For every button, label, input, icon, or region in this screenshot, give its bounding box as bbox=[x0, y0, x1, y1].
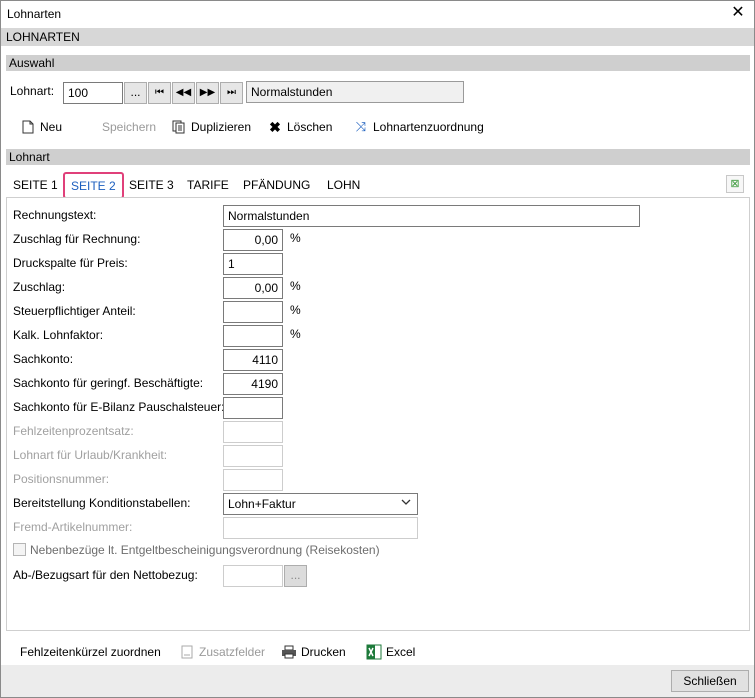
section-auswahl-title: Auswahl bbox=[9, 56, 55, 70]
delete-x-icon: ✖ bbox=[269, 118, 281, 135]
tab-pfaendung[interactable]: PFÄNDUNG bbox=[243, 178, 310, 192]
new-label: Neu bbox=[40, 120, 63, 134]
fehlzeiten-zuordnen-label: Fehlzeitenkürzel zuordnen bbox=[20, 645, 161, 659]
new-document-icon bbox=[20, 119, 36, 135]
duplicate-button[interactable]: Duplizieren bbox=[171, 118, 251, 136]
lohnart-label: Lohnart: bbox=[10, 84, 55, 98]
lohnart-name-display: Normalstunden bbox=[246, 81, 464, 103]
fremd-label: Fremd-Artikelnummer: bbox=[13, 520, 133, 534]
section-lohnart-title: Lohnart bbox=[9, 150, 50, 164]
lohnartenzuordnung-label: Lohnartenzuordnung bbox=[373, 120, 484, 134]
zusatzfelder-button: Zusatzfelder bbox=[179, 643, 265, 661]
tab-seite-1[interactable]: SEITE 1 bbox=[13, 178, 58, 192]
shuffle-icon: ⤨ bbox=[355, 119, 367, 134]
rewind-icon: ◀◀ bbox=[175, 87, 192, 98]
section-auswahl: Auswahl bbox=[6, 55, 750, 71]
first-record-button[interactable]: ⏮ bbox=[148, 82, 171, 104]
sachkonto-label: Sachkonto: bbox=[13, 352, 74, 366]
footer: Schließen bbox=[1, 665, 754, 697]
duplicate-label: Duplizieren bbox=[191, 120, 252, 134]
kalk-label: Kalk. Lohnfaktor: bbox=[13, 328, 104, 342]
lohnartenzuordnung-button[interactable]: ⤨ Lohnartenzuordnung bbox=[353, 118, 484, 136]
kalk-input[interactable] bbox=[223, 325, 283, 347]
delete-button[interactable]: ✖ Löschen bbox=[267, 118, 332, 136]
last-icon: ⏭ bbox=[227, 87, 236, 98]
sachkonto-ebilanz-input[interactable] bbox=[223, 397, 283, 419]
steuer-input[interactable] bbox=[223, 301, 283, 323]
zuschlag-rechnung-unit: % bbox=[290, 231, 301, 245]
first-icon: ⏮ bbox=[155, 87, 164, 98]
previous-record-button[interactable]: ◀◀ bbox=[172, 82, 195, 104]
bereitstellung-label: Bereitstellung Konditionstabellen: bbox=[13, 496, 191, 510]
close-button[interactable]: Schließen bbox=[671, 670, 749, 692]
fehlzeiten-label: Fehlzeitenprozentsatz: bbox=[13, 424, 134, 438]
save-label: Speichern bbox=[102, 120, 157, 134]
positionsnummer-input bbox=[223, 469, 283, 491]
tab-tarife[interactable]: TARIFE bbox=[187, 178, 229, 192]
printer-icon bbox=[281, 644, 297, 660]
fast-forward-icon: ▶▶ bbox=[199, 87, 216, 98]
next-record-button[interactable]: ▶▶ bbox=[196, 82, 219, 104]
bezugsart-label: Ab-/Bezugsart für den Nettobezug: bbox=[13, 568, 198, 582]
positionsnummer-label: Positionsnummer: bbox=[13, 472, 110, 486]
rechnungstext-label: Rechnungstext: bbox=[13, 208, 97, 222]
section-lohnart: Lohnart bbox=[6, 149, 750, 165]
bezugsart-browse-button[interactable]: ... bbox=[284, 565, 307, 587]
nebenbezuege-label: Nebenbezüge lt. Entgeltbescheinigungsver… bbox=[30, 543, 380, 557]
last-record-button[interactable]: ⏭ bbox=[220, 82, 243, 104]
zuschlag-label: Zuschlag: bbox=[13, 280, 66, 294]
close-icon[interactable]: ✕ bbox=[730, 4, 746, 22]
banner-title: LOHNARTEN bbox=[6, 30, 80, 44]
zuschlag-rechnung-label: Zuschlag für Rechnung: bbox=[13, 232, 141, 246]
browse-button[interactable]: ... bbox=[124, 82, 147, 104]
rechnungstext-input[interactable]: Normalstunden bbox=[223, 205, 640, 227]
zuschlag-unit: % bbox=[290, 279, 301, 293]
sachkonto-ebilanz-label: Sachkonto für E-Bilanz Pauschalsteuer: bbox=[13, 400, 225, 414]
tab-seite-2[interactable]: SEITE 2 bbox=[63, 172, 124, 199]
close-tab-icon[interactable]: ⊠ bbox=[726, 175, 744, 193]
zuschlag-rechnung-input[interactable]: 0,00 bbox=[223, 229, 283, 251]
sachkonto-input[interactable]: 4110 bbox=[223, 349, 283, 371]
druckspalte-input[interactable]: 1 bbox=[223, 253, 283, 275]
excel-icon bbox=[366, 644, 382, 660]
document-icon bbox=[179, 644, 195, 660]
bezugsart-input[interactable] bbox=[223, 565, 283, 587]
lohnart-urlaub-label: Lohnart für Urlaub/Krankheit: bbox=[13, 448, 168, 462]
zusatzfelder-label: Zusatzfelder bbox=[199, 645, 266, 659]
steuer-label: Steuerpflichtiger Anteil: bbox=[13, 304, 136, 318]
fehlzeiten-zuordnen-button[interactable]: Fehlzeitenkürzel zuordnen bbox=[20, 643, 161, 661]
fremd-input bbox=[223, 517, 418, 539]
tab-seite-3[interactable]: SEITE 3 bbox=[129, 178, 174, 192]
lohnart-code-input[interactable]: 100 bbox=[63, 82, 123, 104]
lohnart-urlaub-input bbox=[223, 445, 283, 467]
print-label: Drucken bbox=[301, 645, 346, 659]
delete-label: Löschen bbox=[287, 120, 333, 134]
lohnarten-window: Lohnarten ✕ LOHNARTEN Auswahl Lohnart: 1… bbox=[0, 0, 755, 698]
header-banner: LOHNARTEN bbox=[1, 28, 754, 46]
nebenbezuege-checkbox[interactable] bbox=[13, 543, 26, 556]
save-button: Speichern bbox=[102, 118, 156, 136]
copy-icon bbox=[171, 119, 187, 135]
sachkonto-gering-label: Sachkonto für geringf. Beschäftigte: bbox=[13, 376, 204, 390]
sachkonto-gering-input[interactable]: 4190 bbox=[223, 373, 283, 395]
tab-lohn[interactable]: LOHN bbox=[327, 178, 360, 192]
kalk-unit: % bbox=[290, 327, 301, 341]
print-button[interactable]: Drucken bbox=[281, 643, 346, 661]
bereitstellung-select[interactable]: Lohn+Faktur bbox=[223, 493, 418, 515]
window-title: Lohnarten bbox=[7, 7, 62, 21]
title-bar: Lohnarten ✕ bbox=[1, 1, 754, 26]
excel-button[interactable]: Excel bbox=[366, 643, 415, 661]
fehlzeiten-input bbox=[223, 421, 283, 443]
bereitstellung-value: Lohn+Faktur bbox=[228, 497, 296, 511]
excel-label: Excel bbox=[386, 645, 416, 659]
druckspalte-label: Druckspalte für Preis: bbox=[13, 256, 128, 270]
new-button[interactable]: Neu bbox=[20, 118, 62, 136]
zuschlag-input[interactable]: 0,00 bbox=[223, 277, 283, 299]
steuer-unit: % bbox=[290, 303, 301, 317]
chevron-down-icon bbox=[401, 497, 411, 510]
